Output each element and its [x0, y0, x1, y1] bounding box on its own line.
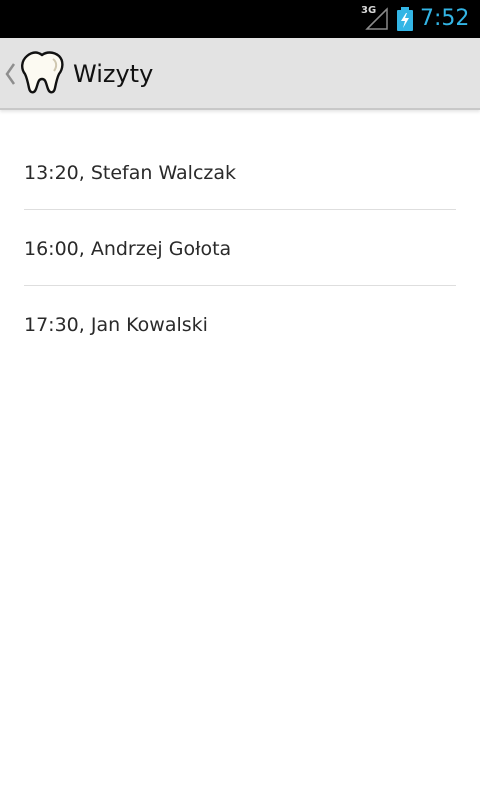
visit-list: 13:20, Stefan Walczak 16:00, Andrzej Goł…	[24, 134, 456, 361]
back-caret-icon	[5, 63, 16, 85]
page-title: Wizyty	[73, 60, 154, 88]
status-clock: 7:52	[420, 6, 470, 31]
signal-icon	[365, 7, 388, 30]
list-item[interactable]: 16:00, Andrzej Gołota	[24, 210, 456, 286]
status-bar: 3G 7:52	[0, 0, 480, 38]
up-button[interactable]	[0, 38, 66, 108]
network-indicator: 3G	[360, 4, 390, 32]
battery-charging-icon	[397, 7, 413, 31]
tooth-icon	[21, 51, 64, 94]
list-item[interactable]: 13:20, Stefan Walczak	[24, 134, 456, 210]
action-bar: Wizyty	[0, 38, 480, 110]
list-item[interactable]: 17:30, Jan Kowalski	[24, 286, 456, 361]
